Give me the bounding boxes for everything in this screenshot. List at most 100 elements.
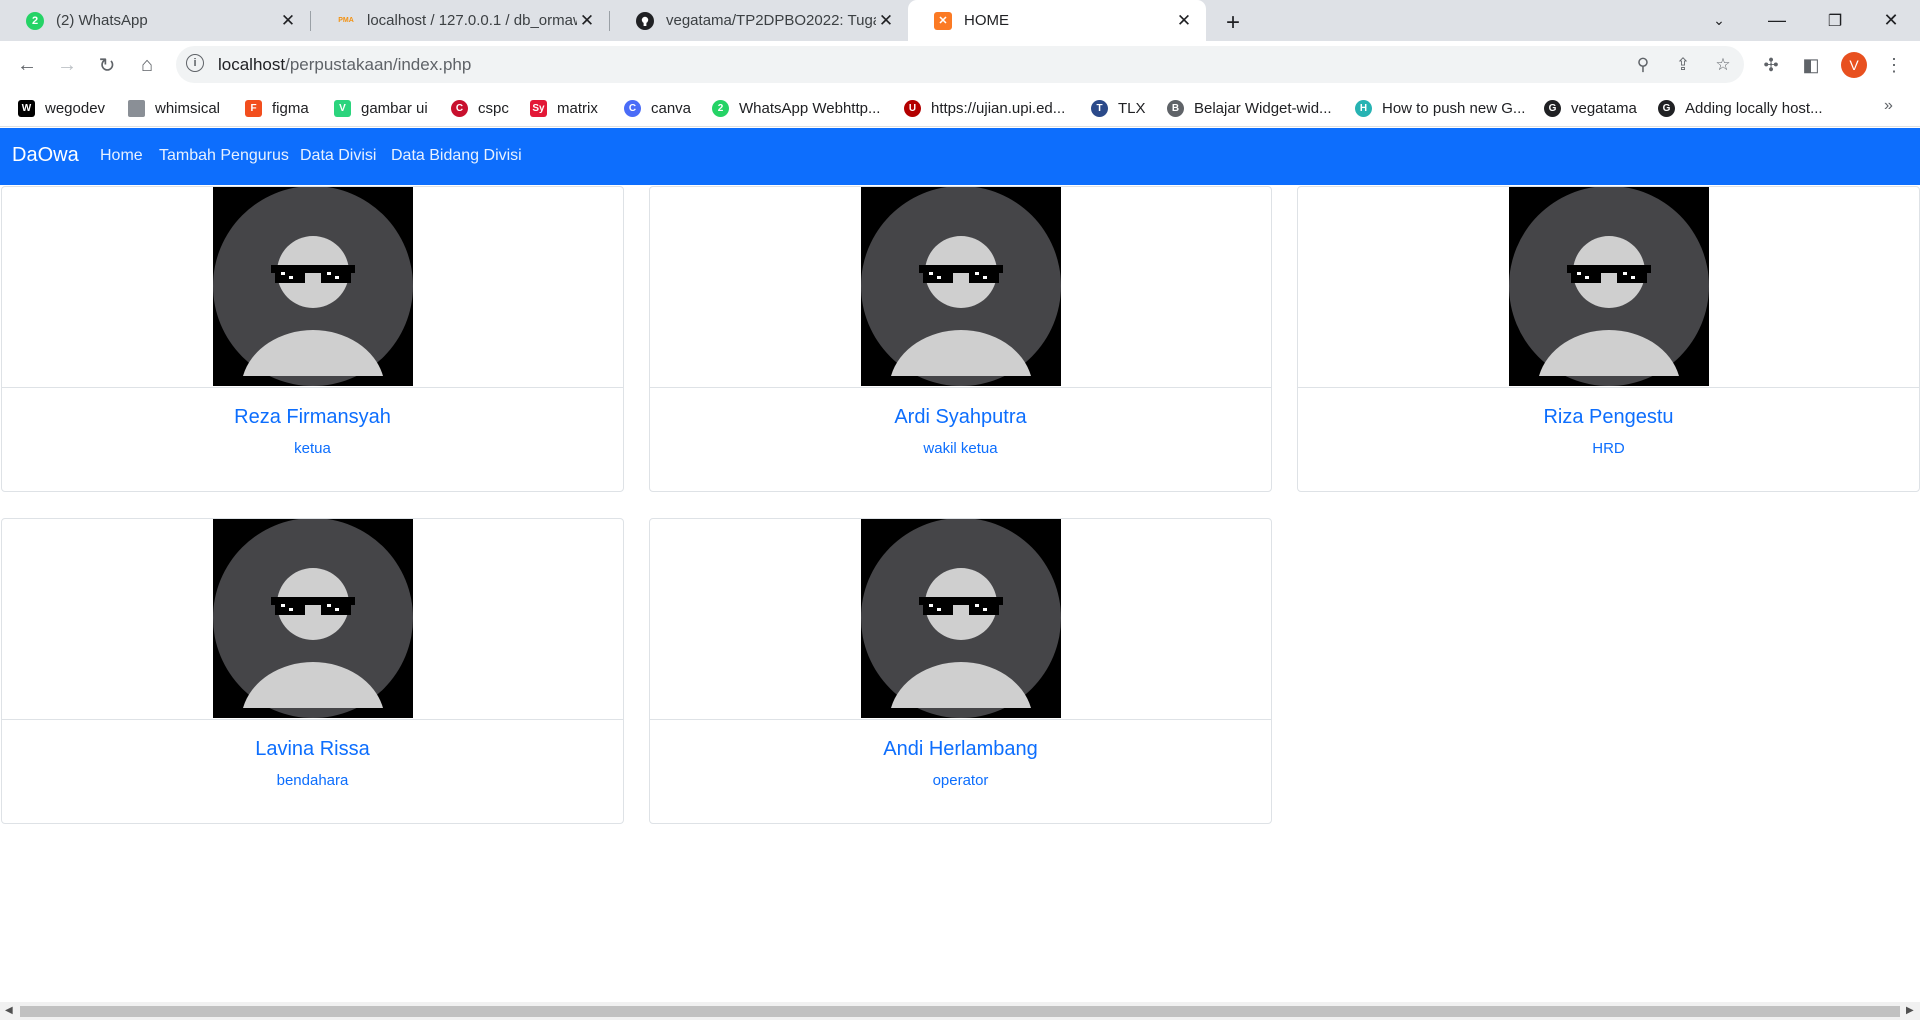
side-panel-icon[interactable]: ◧ (1797, 51, 1825, 79)
xampp-icon: ✕ (934, 11, 952, 30)
new-tab-button[interactable]: + (1216, 6, 1250, 40)
site-navbar: DaOwa Home Tambah Pengurus Data Divisi D… (0, 128, 1920, 185)
bookmark-label: Belajar Widget-wid... (1194, 99, 1332, 117)
figma-icon: F (245, 99, 262, 117)
bookmarks-bar: Wwegodev whimsical Ffigma Vgambar ui Ccs… (0, 89, 1920, 127)
avatar-placeholder-icon (861, 519, 1061, 718)
member-name: Ardi Syahputra (894, 406, 1027, 428)
whatsapp-icon: 2 (712, 99, 729, 117)
bookmark-label: canva (651, 99, 692, 117)
folder-icon (128, 99, 145, 117)
avatar-placeholder-icon (1509, 187, 1709, 386)
zoom-icon[interactable]: ⚲ (1630, 52, 1656, 78)
member-role: operator (932, 772, 989, 789)
close-icon[interactable]: ✕ (1174, 11, 1194, 31)
minimize-button[interactable]: — (1748, 0, 1806, 41)
tab-title: HOME (964, 12, 1009, 29)
card-body: Ardi Syahputra wakil ketua (650, 387, 1271, 491)
member-role: wakil ketua (923, 440, 998, 457)
site-brand[interactable]: DaOwa (12, 144, 79, 167)
member-photo (861, 187, 1061, 386)
avatar-placeholder-icon (861, 187, 1061, 386)
github-icon (636, 11, 654, 30)
member-card: Reza Firmansyah ketua (1, 186, 624, 492)
bookmark-label: WhatsApp Webhttp... (739, 99, 881, 117)
bookmark-belajar-widget[interactable]: B Belajar Widget-wid... (1167, 98, 1332, 118)
reload-button[interactable]: ↻ (91, 49, 123, 81)
bookmark-matrix[interactable]: Sy matrix (530, 98, 598, 118)
bookmark-label: How to push new G... (1382, 99, 1526, 117)
nav-tambah-pengurus[interactable]: Tambah Pengurus (159, 147, 289, 165)
home-button[interactable]: ⌂ (131, 49, 163, 81)
bookmark-label: whimsical (155, 99, 221, 117)
member-role: bendahara (276, 772, 349, 789)
canva-icon: C (624, 99, 641, 117)
bookmark-whatsapp-web[interactable]: 2 WhatsApp Webhttp... (712, 98, 880, 118)
nav-home[interactable]: Home (100, 147, 143, 165)
bookmark-canva[interactable]: Ccanva (624, 98, 691, 118)
bookmark-label: https://ujian.upi.ed... (931, 99, 1066, 117)
url-host: localhost (218, 55, 286, 74)
profile-avatar[interactable]: V (1841, 52, 1867, 78)
bookmark-tlx[interactable]: T TLX (1091, 98, 1146, 118)
card-body: Andi Herlambang operator (650, 719, 1271, 823)
browser-toolbar: ← → ↻ ⌂ i localhost/perpustakaan/index.p… (0, 41, 1920, 89)
address-url: localhost/perpustakaan/index.php (218, 55, 471, 75)
bookmark-adding-locally-hosted[interactable]: G Adding locally host... (1658, 98, 1823, 118)
share-icon[interactable]: ⇪ (1670, 52, 1696, 78)
member-name: Lavina Rissa (255, 738, 370, 760)
vectary-icon: V (334, 99, 351, 117)
tab-github[interactable]: vegatama/TP2DPBO2022: Tugas ✕ (610, 0, 908, 41)
more-bookmarks-icon[interactable]: » (1884, 97, 1893, 115)
scroll-left-icon[interactable]: ◀ (5, 1005, 13, 1016)
tab-strip: 2 (2) WhatsApp ✕ PMA localhost / 127.0.0… (0, 0, 1920, 41)
site-info-icon[interactable]: i (186, 54, 204, 72)
member-photo (1509, 187, 1709, 386)
close-icon[interactable]: ✕ (577, 11, 597, 31)
forward-button[interactable]: → (51, 49, 83, 81)
scrollbar-thumb[interactable] (20, 1006, 1900, 1017)
tab-title: localhost / 127.0.0.1 / db_ormawa (367, 12, 577, 29)
cspc-icon: C (451, 99, 468, 117)
symbolab-icon: Sy (530, 99, 547, 117)
bookmark-label: matrix (557, 99, 598, 117)
wegodev-icon: W (18, 99, 35, 117)
close-window-button[interactable]: ✕ (1862, 0, 1920, 41)
close-icon[interactable]: ✕ (278, 11, 298, 31)
tab-search-icon[interactable]: ⌄ (1690, 0, 1748, 41)
bookmark-star-icon[interactable]: ☆ (1710, 52, 1736, 78)
member-role: ketua (294, 440, 331, 457)
horizontal-scrollbar[interactable]: ◀ ▶ (0, 1002, 1920, 1020)
nav-data-bidang-divisi[interactable]: Data Bidang Divisi (391, 147, 522, 165)
menu-icon[interactable]: ⋮ (1880, 51, 1908, 79)
member-card: Riza Pengestu HRD (1297, 186, 1920, 492)
bookmark-whimsical[interactable]: whimsical (128, 98, 220, 118)
restore-button[interactable]: ❐ (1806, 0, 1864, 41)
bookmark-wegodev[interactable]: Wwegodev (18, 98, 105, 118)
bookmark-label: vegatama (1571, 99, 1637, 117)
tab-phpmyadmin[interactable]: PMA localhost / 127.0.0.1 / db_ormawa ✕ (311, 0, 609, 41)
globe-icon: B (1167, 99, 1184, 117)
bookmark-gambar-ui[interactable]: Vgambar ui (334, 98, 428, 118)
bookmark-ujian-upi[interactable]: Uhttps://ujian.upi.ed... (904, 98, 1065, 118)
extensions-icon[interactable]: ✣ (1757, 51, 1785, 79)
member-photo (213, 519, 413, 718)
nav-data-divisi[interactable]: Data Divisi (300, 147, 376, 165)
bookmark-label: Adding locally host... (1685, 99, 1823, 117)
bookmark-how-to-push[interactable]: H How to push new G... (1355, 98, 1525, 118)
close-icon[interactable]: ✕ (876, 11, 896, 31)
scroll-right-icon[interactable]: ▶ (1906, 1005, 1914, 1016)
bookmark-label: gambar ui (361, 99, 428, 117)
tlx-icon: T (1091, 99, 1108, 117)
back-button[interactable]: ← (11, 49, 43, 81)
github-icon: G (1658, 99, 1675, 117)
bookmark-vegatama[interactable]: Gvegatama (1544, 98, 1637, 118)
member-name: Andi Herlambang (883, 738, 1038, 760)
tab-whatsapp[interactable]: 2 (2) WhatsApp ✕ (0, 0, 310, 41)
bookmark-cspc[interactable]: Ccspc (451, 98, 509, 118)
tab-home[interactable]: ✕ HOME ✕ (908, 0, 1206, 41)
address-bar[interactable]: i localhost/perpustakaan/index.php ⚲ ⇪ ☆ (176, 46, 1744, 83)
bookmark-figma[interactable]: Ffigma (245, 98, 309, 118)
eye-icon: H (1355, 99, 1372, 117)
tab-title: vegatama/TP2DPBO2022: Tugas (666, 12, 876, 29)
